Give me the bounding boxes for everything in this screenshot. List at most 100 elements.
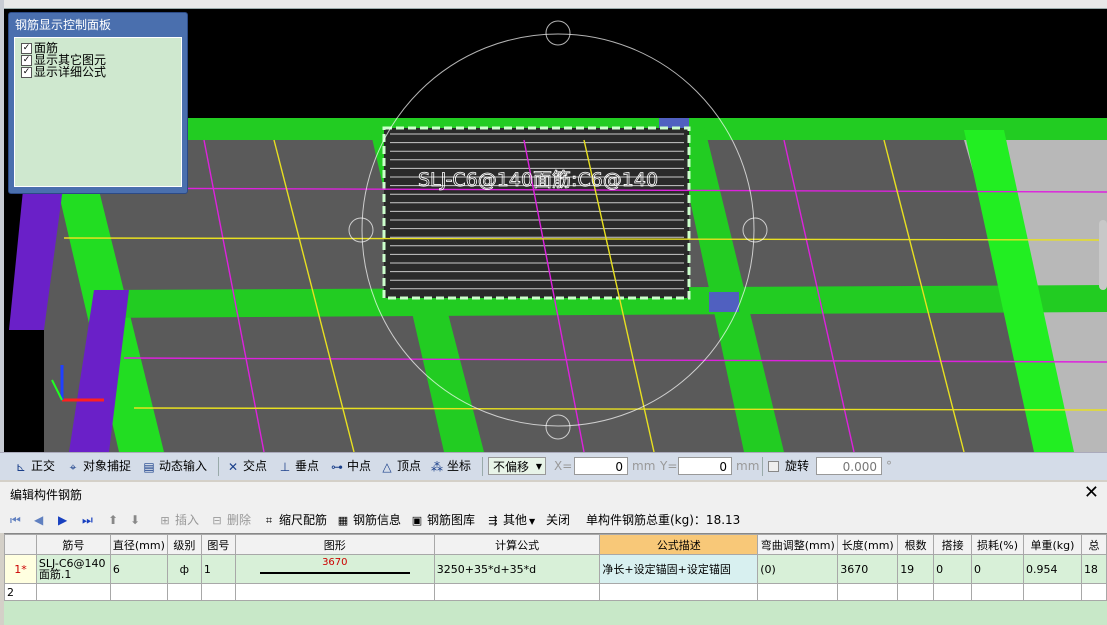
cell-empty[interactable] xyxy=(200,583,236,601)
column-cap xyxy=(709,292,739,312)
rotate-input[interactable]: 0.000 xyxy=(816,457,882,475)
table-header-row: 筋号 直径(mm) 级别 图号 图形 计算公式 公式描述 弯曲调整(mm) 长度… xyxy=(4,534,1107,555)
checkbox-icon[interactable]: ✓ xyxy=(21,67,32,78)
move-down-icon[interactable]: ⬇ xyxy=(130,511,140,529)
offset-dropdown[interactable]: 不偏移 ▼ xyxy=(488,457,546,475)
rebar-table-wrap: 筋号 直径(mm) 级别 图号 图形 计算公式 公式描述 弯曲调整(mm) 长度… xyxy=(4,533,1107,625)
header-cell[interactable]: 总 xyxy=(1080,534,1107,555)
cell-length[interactable]: 3670 xyxy=(837,554,899,584)
viewport-scroll-handle[interactable] xyxy=(1099,220,1107,290)
prev-record-icon[interactable]: ◀ xyxy=(34,511,43,529)
perpendicular-icon: ⊥ xyxy=(279,459,291,474)
cell-figure-no[interactable]: 1 xyxy=(200,554,236,584)
chevron-down-icon: ▼ xyxy=(535,462,542,471)
cell-shape[interactable]: 3670 xyxy=(234,554,435,584)
coordinate-button[interactable]: ⁂ 坐标 xyxy=(430,457,471,475)
delete-icon: ⊟ xyxy=(212,513,222,527)
cell-empty[interactable] xyxy=(433,583,601,601)
cell-empty[interactable] xyxy=(234,583,435,601)
row-number[interactable]: 2 xyxy=(4,583,37,601)
header-cell[interactable]: 搭接 xyxy=(933,534,973,555)
cell-total[interactable]: 18 xyxy=(1080,554,1107,584)
cell-empty[interactable] xyxy=(971,583,1024,601)
cell-diameter[interactable]: 6 xyxy=(109,554,168,584)
next-record-icon[interactable]: ▶ xyxy=(58,511,67,529)
dynamic-input-icon: ▤ xyxy=(143,459,155,474)
midpoint-button[interactable]: ⊶ 中点 xyxy=(330,457,371,475)
cell-name[interactable]: SLJ-C6@140 面筋.1 xyxy=(35,554,111,584)
header-cell-selected[interactable]: 公式描述 xyxy=(599,534,759,555)
table-row[interactable]: 2 xyxy=(4,583,1107,601)
rebar-library-button[interactable]: ▣ 钢筋图库 xyxy=(410,511,475,529)
other-icon: ⇶ xyxy=(488,513,498,527)
vertex-icon: △ xyxy=(382,459,392,474)
cell-empty[interactable] xyxy=(599,583,759,601)
header-cell[interactable]: 图形 xyxy=(234,534,435,555)
header-cell[interactable]: 单重(kg) xyxy=(1023,534,1082,555)
cell-unit-weight[interactable]: 0.954 xyxy=(1023,554,1082,584)
close-editor-button[interactable]: 关闭 xyxy=(546,511,570,529)
cell-empty[interactable] xyxy=(757,583,839,601)
dynamic-input-button[interactable]: ▤ 动态输入 xyxy=(142,457,207,475)
cell-bend[interactable]: (0) xyxy=(757,554,839,584)
header-cell[interactable]: 弯曲调整(mm) xyxy=(757,534,839,555)
header-cell[interactable]: 图号 xyxy=(200,534,236,555)
snap-icon: ⌖ xyxy=(69,459,77,474)
info-icon: ▦ xyxy=(337,513,349,527)
cell-description[interactable]: 净长+设定锚固+设定锚固 xyxy=(599,554,759,584)
perpendicular-button[interactable]: ⊥ 垂点 xyxy=(278,457,319,475)
other-menu-button[interactable]: ⇶ 其他 ▼ xyxy=(486,511,535,529)
header-cell[interactable]: 根数 xyxy=(897,534,935,555)
move-up-icon[interactable]: ⬆ xyxy=(108,511,118,529)
y-input[interactable]: 0 xyxy=(678,457,732,475)
left-edge xyxy=(0,0,4,452)
degree-unit: ° xyxy=(886,459,892,473)
cell-empty[interactable] xyxy=(933,583,973,601)
rebar-table: 筋号 直径(mm) 级别 图号 图形 计算公式 公式描述 弯曲调整(mm) 长度… xyxy=(4,534,1107,601)
object-snap-button[interactable]: ⌖ 对象捕捉 xyxy=(66,457,131,475)
insert-icon: ⊞ xyxy=(160,513,170,527)
checkbox-icon[interactable]: ✓ xyxy=(21,55,32,66)
rebar-label: SLJ-C6@140面筋:C6@140 xyxy=(418,169,658,191)
intersection-button[interactable]: ✕ 交点 xyxy=(226,457,267,475)
header-cell[interactable]: 级别 xyxy=(166,534,202,555)
option-show-formula[interactable]: ✓ 显示详细公式 xyxy=(21,66,106,78)
vertex-button[interactable]: △ 顶点 xyxy=(380,457,421,475)
editor-title: 编辑构件钢筋 xyxy=(10,488,83,502)
row-number[interactable]: 1* xyxy=(4,554,37,584)
cell-lap[interactable]: 0 xyxy=(933,554,973,584)
cell-empty[interactable] xyxy=(1023,583,1082,601)
header-cell[interactable]: 直径(mm) xyxy=(109,534,168,555)
checkbox-icon[interactable]: ✓ xyxy=(21,43,32,54)
cell-loss[interactable]: 0 xyxy=(971,554,1024,584)
snap-toolbar: ⊾ 正交 ⌖ 对象捕捉 ▤ 动态输入 ✕ 交点 ⊥ 垂点 ⊶ 中点 △ 顶点 ⁂ 坐标 不偏移 ▼… xyxy=(0,452,1107,480)
cell-empty[interactable] xyxy=(897,583,935,601)
cell-empty[interactable] xyxy=(166,583,202,601)
cell-empty[interactable] xyxy=(109,583,168,601)
header-cell[interactable]: 长度(mm) xyxy=(837,534,899,555)
header-cell[interactable]: 计算公式 xyxy=(433,534,601,555)
header-cell[interactable]: 筋号 xyxy=(35,534,111,555)
ortho-icon: ⊾ xyxy=(15,459,27,474)
cell-empty[interactable] xyxy=(1080,583,1107,601)
table-row[interactable]: 1* SLJ-C6@140 面筋.1 6 ф 1 3670 3250+35*d+3… xyxy=(4,554,1107,584)
cell-empty[interactable] xyxy=(837,583,899,601)
delete-button[interactable]: ⊟ 删除 xyxy=(210,511,251,529)
cell-grade[interactable]: ф xyxy=(166,554,202,584)
insert-button[interactable]: ⊞ 插入 xyxy=(158,511,199,529)
editor-header: 编辑构件钢筋 ✕ xyxy=(0,482,1107,507)
scale-rebar-button[interactable]: ⌗ 缩尺配筋 xyxy=(262,511,327,529)
rebar-area xyxy=(384,128,689,298)
header-cell[interactable]: 损耗(%) xyxy=(971,534,1024,555)
rotate-checkbox[interactable]: 旋转 xyxy=(768,457,809,475)
ortho-button[interactable]: ⊾ 正交 xyxy=(14,457,55,475)
last-record-icon[interactable]: ⏭ xyxy=(82,511,93,529)
first-record-icon[interactable]: ⏮ xyxy=(10,511,21,529)
cell-formula[interactable]: 3250+35*d+35*d xyxy=(433,554,601,584)
x-input[interactable]: 0 xyxy=(574,457,628,475)
cell-empty[interactable] xyxy=(35,583,111,601)
scale-icon: ⌗ xyxy=(265,513,273,527)
close-icon[interactable]: ✕ xyxy=(1084,483,1099,503)
cell-count[interactable]: 19 xyxy=(897,554,935,584)
rebar-info-button[interactable]: ▦ 钢筋信息 xyxy=(336,511,401,529)
